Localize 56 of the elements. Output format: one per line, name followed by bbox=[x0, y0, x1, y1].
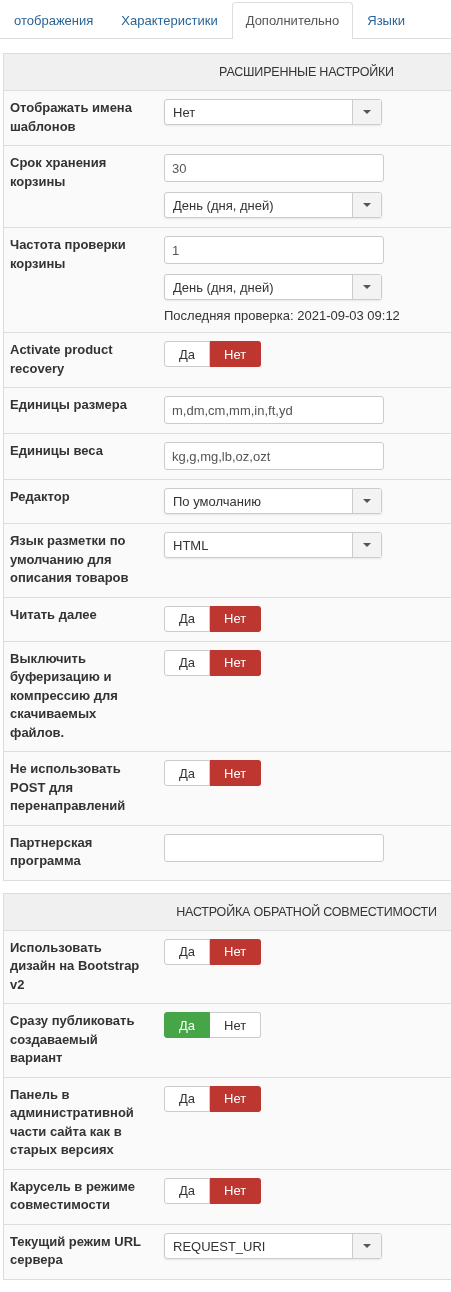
caret-icon bbox=[363, 1243, 371, 1248]
toggle-option[interactable]: Да bbox=[164, 1177, 211, 1204]
tab[interactable]: Языки bbox=[353, 2, 419, 38]
setting-label: Частота проверки корзины bbox=[10, 236, 127, 273]
setting-label: Панель в административной части сайта как в старых версиях bbox=[10, 1085, 135, 1159]
toggle-option[interactable]: Да bbox=[164, 1085, 211, 1112]
select-field[interactable]: День (дня, дней) bbox=[164, 274, 382, 300]
caret-icon bbox=[363, 499, 371, 503]
last-check-text: Последняя проверка: 2021-09-03 09:12 bbox=[164, 308, 400, 323]
setting-label: Не использовать POST для перенаправлений bbox=[10, 760, 127, 815]
select-field[interactable]: REQUEST_URI bbox=[164, 1232, 382, 1259]
toggle-option[interactable]: Да bbox=[164, 341, 211, 367]
setting-label: Текущий режим URL сервера bbox=[10, 1232, 142, 1269]
setting-label: Карусель в режиме совместимости bbox=[10, 1177, 136, 1214]
toggle-option[interactable]: Нет bbox=[210, 760, 262, 786]
select-field[interactable]: Нет bbox=[164, 99, 382, 125]
toggle-option[interactable]: Да bbox=[164, 760, 211, 786]
input-field[interactable] bbox=[164, 833, 384, 862]
input-field[interactable]: 30 bbox=[164, 154, 384, 182]
input-field[interactable]: kg,g,mg,lb,oz,ozt bbox=[164, 442, 384, 470]
select-field[interactable]: По умолчанию bbox=[164, 488, 382, 514]
toggle-option[interactable]: Нет bbox=[210, 605, 262, 632]
toggle-option[interactable]: Нет bbox=[210, 1177, 262, 1204]
setting-label: Читать далее bbox=[10, 605, 98, 624]
toggle-option[interactable]: Нет bbox=[210, 1085, 262, 1112]
toggle-option[interactable]: Нет bbox=[210, 649, 262, 676]
caret-icon bbox=[363, 110, 371, 114]
toggle-option[interactable]: Да bbox=[164, 649, 211, 676]
select-field[interactable]: День (дня, дней) bbox=[164, 192, 382, 218]
toggle-option[interactable]: Нет bbox=[210, 1012, 262, 1038]
toggle-option[interactable]: Да bbox=[164, 605, 211, 632]
tab[interactable]: Характеристики bbox=[107, 2, 232, 38]
select-field[interactable]: HTML bbox=[164, 532, 382, 558]
setting-label: Сразу публиковать создаваемый вариант bbox=[10, 1012, 136, 1067]
setting-label: Отображать имена шаблонов bbox=[10, 99, 133, 136]
caret-icon bbox=[363, 203, 371, 207]
input-field[interactable]: 1 bbox=[164, 236, 384, 264]
tab[interactable]: отображения bbox=[0, 2, 108, 38]
setting-label: Единицы веса bbox=[10, 442, 104, 460]
caret-icon bbox=[363, 543, 371, 547]
setting-label: Выключить буферизацию и компрессию для скачиваемых файлов. bbox=[10, 649, 119, 742]
setting-label: Единицы размера bbox=[10, 396, 128, 414]
setting-label: Язык разметки по умолчанию для описания товаров bbox=[10, 532, 130, 587]
setting-label: Партнерская программа bbox=[10, 833, 94, 870]
caret-icon bbox=[363, 285, 371, 289]
setting-label: Срок хранения корзины bbox=[10, 154, 108, 191]
setting-label: Редактор bbox=[10, 488, 71, 506]
section-title: РАСШИРЕННЫЕ НАСТРОЙКИ bbox=[219, 65, 394, 79]
toggle-option[interactable]: Да bbox=[164, 938, 211, 965]
setting-label: Activate product recovery bbox=[10, 341, 114, 378]
tab[interactable]: Дополнительно bbox=[231, 2, 354, 39]
input-field[interactable]: m,dm,cm,mm,in,ft,yd bbox=[164, 396, 384, 424]
toggle-option[interactable]: Нет bbox=[210, 938, 262, 965]
section-title: НАСТРОЙКА ОБРАТНОЙ СОВМЕСТИМОСТИ bbox=[176, 904, 437, 919]
toggle-option[interactable]: Нет bbox=[210, 341, 262, 367]
setting-label: Использовать дизайн на Bootstrap v2 bbox=[10, 938, 141, 994]
